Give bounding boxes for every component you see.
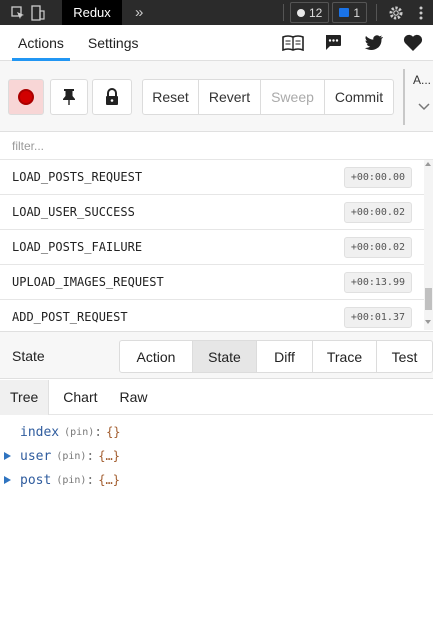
tab-raw[interactable]: Raw bbox=[108, 380, 158, 415]
commit-button[interactable]: Commit bbox=[325, 80, 393, 114]
tree-colon: : bbox=[86, 472, 95, 488]
redux-toolbar: Actions Settings bbox=[0, 25, 433, 61]
divider bbox=[376, 4, 377, 21]
instance-selector-label: A... bbox=[413, 73, 432, 87]
errors-count: 12 bbox=[308, 5, 323, 20]
state-tree: index (pin) : {} user (pin) : {…} post (… bbox=[0, 420, 433, 492]
action-timestamp: +00:00.02 bbox=[343, 201, 412, 223]
tab-chart[interactable]: Chart bbox=[49, 380, 107, 415]
action-name: LOAD_POSTS_FAILURE bbox=[12, 240, 143, 254]
filter-input[interactable] bbox=[12, 138, 412, 153]
action-name: ADD_POST_REQUEST bbox=[12, 310, 128, 324]
devtools-tabbar: Redux » 12 1 bbox=[0, 0, 433, 25]
inspector-mode-tabs: Action State Diff Trace Test bbox=[119, 340, 433, 373]
history-controls: Reset Revert Sweep Commit bbox=[142, 79, 394, 115]
lock-button[interactable] bbox=[92, 79, 132, 115]
action-name: LOAD_USER_SUCCESS bbox=[12, 205, 135, 219]
inspector-header: State Action State Diff Trace Test bbox=[0, 331, 433, 379]
kebab-menu-icon[interactable] bbox=[409, 0, 433, 25]
scroll-up-icon[interactable] bbox=[425, 162, 431, 166]
inspector-title: State bbox=[12, 348, 45, 364]
tree-node-index[interactable]: index (pin) : {} bbox=[0, 420, 433, 444]
pin-link[interactable]: (pin) bbox=[56, 451, 86, 462]
messages-counter[interactable]: 1 bbox=[332, 2, 367, 23]
action-item[interactable]: UPLOAD_IMAGES_REQUEST +00:13.99 bbox=[0, 265, 424, 300]
divider bbox=[282, 4, 284, 21]
tree-value: {…} bbox=[98, 449, 120, 463]
scrollbar-thumb[interactable] bbox=[425, 288, 432, 310]
record-button[interactable] bbox=[8, 79, 44, 115]
tab-diff[interactable]: Diff bbox=[257, 341, 313, 372]
instance-selector[interactable]: A... bbox=[403, 69, 433, 125]
expand-arrow-icon[interactable] bbox=[4, 452, 11, 460]
tree-key: user bbox=[20, 448, 52, 464]
persist-button[interactable] bbox=[50, 79, 88, 115]
chevron-down-icon bbox=[418, 99, 430, 114]
messages-count: 1 bbox=[353, 5, 360, 20]
message-icon bbox=[339, 8, 350, 17]
action-name: LOAD_POSTS_REQUEST bbox=[12, 170, 143, 184]
action-item[interactable]: LOAD_USER_SUCCESS +00:00.02 bbox=[0, 195, 424, 230]
tab-tree[interactable]: Tree bbox=[0, 379, 50, 415]
record-icon bbox=[18, 89, 34, 105]
pin-icon bbox=[63, 89, 75, 105]
tree-node-user[interactable]: user (pin) : {…} bbox=[0, 444, 433, 468]
action-item[interactable]: ADD_POST_REQUEST +00:01.37 bbox=[0, 300, 424, 330]
action-list: LOAD_POSTS_REQUEST +00:00.00 LOAD_USER_S… bbox=[0, 160, 424, 330]
action-item[interactable]: LOAD_POSTS_FAILURE +00:00.02 bbox=[0, 230, 424, 265]
action-item[interactable]: LOAD_POSTS_REQUEST +00:00.00 bbox=[0, 160, 424, 195]
tree-value: {…} bbox=[98, 473, 120, 487]
action-name: UPLOAD_IMAGES_REQUEST bbox=[12, 275, 164, 289]
pin-link[interactable]: (pin) bbox=[64, 427, 94, 438]
tab-state[interactable]: State bbox=[193, 341, 257, 372]
scroll-down-icon[interactable] bbox=[425, 320, 431, 324]
errors-counter[interactable]: 12 bbox=[289, 2, 330, 23]
action-timestamp: +00:01.37 bbox=[343, 306, 412, 328]
tab-settings[interactable]: Settings bbox=[76, 25, 151, 61]
revert-button[interactable]: Revert bbox=[199, 80, 261, 114]
device-toolbar-icon[interactable] bbox=[28, 0, 48, 25]
tree-node-post[interactable]: post (pin) : {…} bbox=[0, 468, 433, 492]
action-timestamp: +00:00.00 bbox=[343, 166, 412, 188]
error-dot-icon bbox=[296, 8, 305, 17]
controls-bar: Reset Revert Sweep Commit A... bbox=[0, 61, 433, 132]
tree-key: index bbox=[20, 424, 60, 440]
tab-action[interactable]: Action bbox=[120, 341, 193, 372]
tab-actions[interactable]: Actions bbox=[6, 25, 76, 61]
tree-key: post bbox=[20, 472, 52, 488]
action-list-scrollbar[interactable] bbox=[424, 160, 433, 330]
chat-icon[interactable] bbox=[313, 25, 353, 61]
filter-bar bbox=[0, 132, 433, 160]
tree-colon: : bbox=[94, 424, 103, 440]
book-icon[interactable] bbox=[273, 25, 313, 61]
lock-icon bbox=[106, 88, 118, 105]
expand-arrow-icon[interactable] bbox=[4, 476, 11, 484]
action-timestamp: +00:13.99 bbox=[343, 271, 412, 293]
gear-icon[interactable] bbox=[383, 0, 409, 25]
tree-value: {} bbox=[106, 425, 121, 439]
tree-colon: : bbox=[86, 448, 95, 464]
inspect-element-icon[interactable] bbox=[8, 0, 28, 25]
state-view-tabs: Tree Chart Raw bbox=[0, 379, 433, 415]
reset-button[interactable]: Reset bbox=[143, 80, 199, 114]
heart-icon[interactable] bbox=[393, 25, 433, 61]
tab-test[interactable]: Test bbox=[377, 341, 432, 372]
tab-trace[interactable]: Trace bbox=[313, 341, 377, 372]
sweep-button[interactable]: Sweep bbox=[261, 80, 325, 114]
devtools-tab-redux[interactable]: Redux bbox=[62, 0, 122, 25]
twitter-icon[interactable] bbox=[353, 25, 393, 61]
action-timestamp: +00:00.02 bbox=[343, 236, 412, 258]
more-tabs-icon[interactable]: » bbox=[135, 4, 149, 21]
pin-link[interactable]: (pin) bbox=[56, 475, 86, 486]
